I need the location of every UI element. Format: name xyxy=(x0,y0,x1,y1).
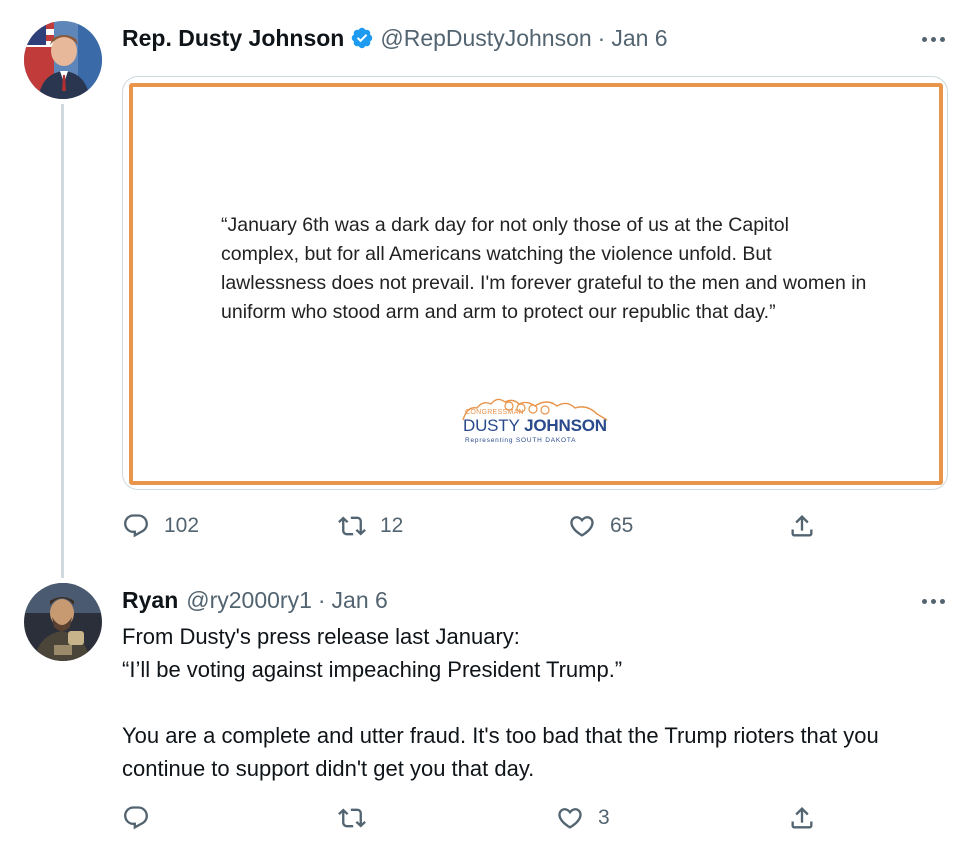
retweet-button[interactable] xyxy=(338,804,380,832)
tweet-date[interactable]: Jan 6 xyxy=(611,24,667,52)
author-name[interactable]: Rep. Dusty Johnson xyxy=(122,24,344,52)
tweet-text-line: You are a complete and utter fraud. It's… xyxy=(122,723,879,781)
tweet-text-line: From Dusty's press release last January: xyxy=(122,624,520,649)
like-icon xyxy=(570,516,594,537)
tweet-rep-dusty-johnson[interactable]: Rep. Dusty Johnson @RepDustyJohnson · Ja… xyxy=(0,0,980,578)
avatar-ryan[interactable] xyxy=(24,583,102,661)
retweet-icon xyxy=(338,808,366,828)
media-quote-text: “January 6th was a dark day for not only… xyxy=(221,214,867,323)
tweet-ryan[interactable]: Ryan @ry2000ry1 · Jan 6 From Dusty's pre… xyxy=(0,570,980,853)
logo-name: DUSTY JOHNSON xyxy=(463,416,607,436)
tweet-actions: 102 12 65 xyxy=(122,512,842,552)
separator-dot: · xyxy=(597,25,606,51)
share-button[interactable] xyxy=(788,512,816,540)
retweet-button[interactable]: 12 xyxy=(338,512,403,540)
share-button[interactable] xyxy=(788,804,816,832)
share-icon xyxy=(791,807,813,829)
share-icon xyxy=(791,515,813,537)
more-icon[interactable] xyxy=(918,593,948,609)
tweet-actions: 3 xyxy=(122,804,842,844)
like-button[interactable]: 3 xyxy=(556,804,610,832)
tweet-text-line: “I’ll be voting against impeaching Presi… xyxy=(122,657,623,682)
congressman-logo: CONGRESSMAN DUSTY JOHNSON Representing S… xyxy=(457,392,617,452)
separator-dot: · xyxy=(317,587,326,613)
reply-button[interactable] xyxy=(122,804,164,832)
logo-subtitle: Representing SOUTH DAKOTA xyxy=(465,437,577,444)
tweet-text: From Dusty's press release last January:… xyxy=(122,620,942,785)
logo-congressman: CONGRESSMAN xyxy=(465,409,524,416)
like-count: 3 xyxy=(598,806,610,829)
retweet-count: 12 xyxy=(380,514,404,537)
reply-icon xyxy=(124,806,148,830)
like-count: 65 xyxy=(610,514,634,537)
tweet-date[interactable]: Jan 6 xyxy=(332,586,388,614)
author-handle[interactable]: @RepDustyJohnson xyxy=(380,24,591,52)
thread-line xyxy=(61,104,64,578)
like-button[interactable]: 65 xyxy=(568,512,633,540)
author-handle[interactable]: @ry2000ry1 xyxy=(186,586,312,614)
author-name[interactable]: Ryan xyxy=(122,586,178,614)
like-icon xyxy=(558,808,582,829)
reply-count: 102 xyxy=(164,514,200,537)
logo-first-name: DUSTY xyxy=(463,416,520,435)
avatar-dusty-johnson[interactable] xyxy=(24,21,102,99)
reply-button[interactable]: 102 xyxy=(122,512,199,540)
logo-last-name: JOHNSON xyxy=(524,416,607,435)
more-icon[interactable] xyxy=(918,31,948,47)
tweet-media-image[interactable]: “January 6th was a dark day for not only… xyxy=(122,76,948,490)
tweet-header: Ryan @ry2000ry1 · Jan 6 xyxy=(122,586,388,614)
reply-icon xyxy=(124,514,148,538)
tweet-header: Rep. Dusty Johnson @RepDustyJohnson · Ja… xyxy=(122,24,668,52)
verified-icon xyxy=(350,26,374,50)
retweet-icon xyxy=(338,516,366,536)
